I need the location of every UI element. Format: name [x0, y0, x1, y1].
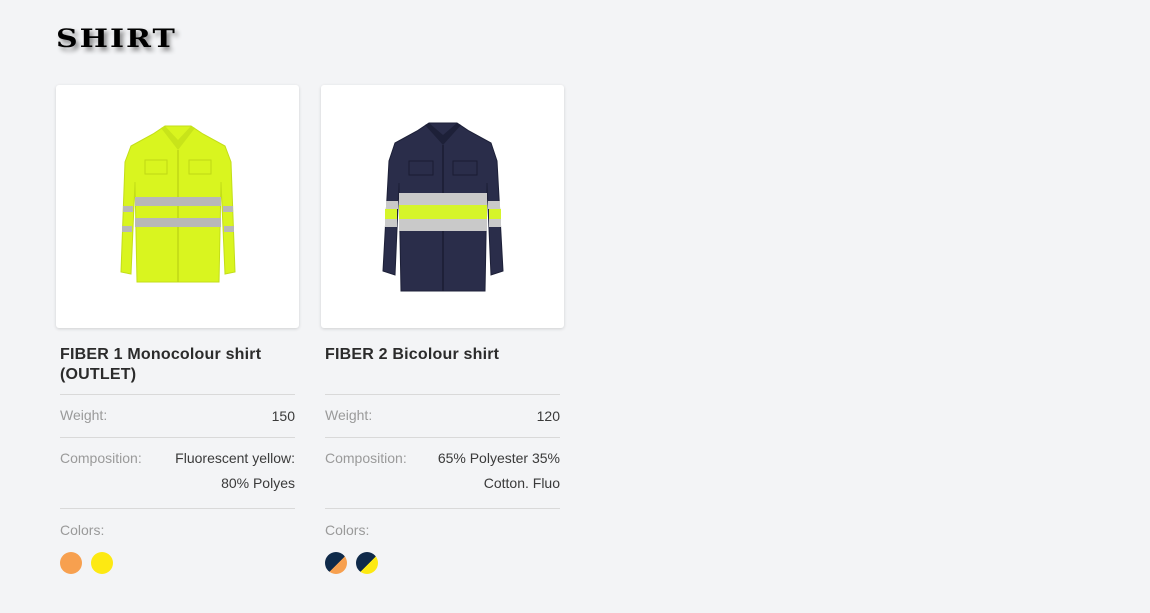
- weight-value: 150: [271, 408, 295, 424]
- composition-value: Fluorescent yellow: 80% Polyes: [175, 446, 295, 496]
- product-name[interactable]: FIBER 1 Monocolour shirt (OUTLET): [60, 345, 295, 385]
- color-swatch-yellow[interactable]: [91, 552, 113, 574]
- product-card[interactable]: FIBER 1 Monocolour shirt (OUTLET) Weight…: [56, 85, 299, 574]
- weight-label: Weight:: [60, 407, 108, 423]
- color-swatches: [60, 552, 295, 574]
- composition-label: Composition:: [60, 450, 142, 466]
- composition-row: Composition: Fluorescent yellow: 80% Pol…: [60, 437, 295, 508]
- weight-value: 120: [536, 408, 560, 424]
- hi-vis-yellow-shirt-icon: [119, 125, 236, 282]
- composition-line: Cotton. Fluo: [483, 475, 560, 491]
- page-title: SHIRT: [56, 24, 177, 54]
- color-swatch-navy-orange[interactable]: [325, 552, 347, 574]
- colors-label: Colors:: [60, 522, 105, 538]
- color-swatches: [325, 552, 560, 574]
- product-name[interactable]: FIBER 2 Bicolour shirt: [325, 345, 560, 385]
- colors-row: Colors:: [325, 508, 560, 574]
- weight-label: Weight:: [325, 407, 373, 423]
- colors-label: Colors:: [325, 522, 370, 538]
- composition-line: 65% Polyester 35%: [437, 450, 560, 466]
- colors-row: Colors:: [60, 508, 295, 574]
- composition-line: 80% Polyes: [221, 475, 295, 491]
- composition-line: Fluorescent yellow:: [175, 450, 295, 466]
- weight-row: Weight: 150: [60, 394, 295, 437]
- composition-row: Composition: 65% Polyester 35% Cotton. F…: [325, 437, 560, 508]
- navy-bicolour-shirt-icon: [381, 122, 504, 291]
- composition-label: Composition:: [325, 450, 407, 466]
- product-card[interactable]: FIBER 2 Bicolour shirt Weight: 120 Compo…: [321, 85, 564, 574]
- weight-row: Weight: 120: [325, 394, 560, 437]
- color-swatch-navy-yellow[interactable]: [356, 552, 378, 574]
- product-image[interactable]: [56, 85, 299, 328]
- product-image[interactable]: [321, 85, 564, 328]
- color-swatch-orange[interactable]: [60, 552, 82, 574]
- composition-value: 65% Polyester 35% Cotton. Fluo: [438, 446, 560, 496]
